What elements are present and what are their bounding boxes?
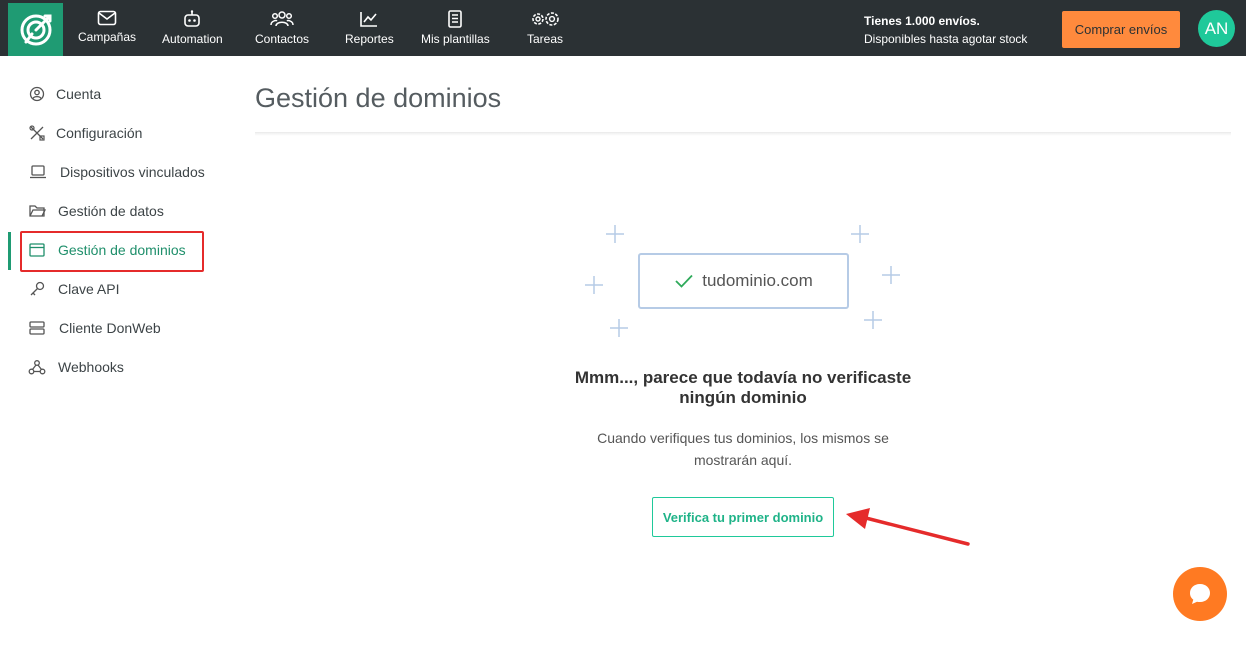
nav-automation[interactable]: Automation: [162, 10, 223, 50]
nav-mis-plantillas[interactable]: Mis plantillas: [421, 10, 490, 50]
empty-state-title: Mmm..., parece que todavía no verificast…: [500, 368, 986, 408]
sparkle-icon: [585, 276, 603, 294]
sparkle-icon: [610, 319, 628, 337]
empty-title-line: ningún dominio: [679, 388, 807, 407]
nav-label: Campañas: [78, 30, 137, 44]
robot-icon: [184, 10, 201, 27]
empty-title-line: Mmm..., parece que todavía no verificast…: [574, 368, 912, 387]
chart-icon: [360, 12, 378, 27]
chat-support-button[interactable]: [1173, 567, 1227, 621]
sidebar-item-label: Gestión de datos: [58, 203, 164, 219]
empty-state-description: Cuando verifiques tus dominios, los mism…: [560, 427, 926, 471]
sidebar-item-label: Webhooks: [58, 359, 124, 375]
shipments-info: Tienes 1.000 envíos. Disponibles hasta a…: [864, 12, 1027, 48]
folder-icon: [28, 203, 46, 219]
browser-window-icon: [28, 242, 46, 258]
nav-label: Automation: [162, 32, 223, 46]
sidebar-item-webhooks[interactable]: Webhooks: [0, 349, 240, 385]
domain-example-card: tudominio.com: [638, 253, 849, 309]
sparkle-icon: [882, 266, 900, 284]
shipments-count: Tienes 1.000 envíos.: [864, 14, 980, 28]
sidebar-item-label: Cuenta: [56, 86, 102, 102]
sidebar-item-clave-api[interactable]: Clave API: [0, 271, 240, 307]
nav-label: Contactos: [255, 32, 310, 46]
webhook-icon: [28, 359, 46, 375]
sidebar-item-label: Dispositivos vinculados: [60, 164, 205, 180]
sidebar-item-gestion-de-datos[interactable]: Gestión de datos: [0, 193, 240, 229]
sidebar-item-cliente-donweb[interactable]: Cliente DonWeb: [0, 310, 240, 346]
empty-desc-line: mostrarán aquí.: [693, 452, 793, 468]
sparkle-icon: [606, 225, 624, 243]
check-icon: [675, 274, 693, 288]
nav-reportes[interactable]: Reportes: [345, 10, 394, 50]
sidebar-item-gestion-de-dominios[interactable]: Gestión de dominios: [0, 232, 240, 268]
title-divider: [255, 132, 1231, 136]
user-circle-icon: [28, 86, 46, 102]
target-logo-icon: [20, 14, 51, 45]
sidebar-item-configuracion[interactable]: Configuración: [0, 115, 240, 151]
gears-icon: [532, 12, 559, 26]
server-icon: [28, 320, 46, 336]
chat-bubble-icon: [1190, 584, 1210, 604]
example-domain: tudominio.com: [702, 271, 813, 290]
verify-first-domain-button[interactable]: Verifica tu primer dominio: [652, 497, 834, 537]
sidebar-item-label: Cliente DonWeb: [59, 320, 161, 336]
annotation-arrow-icon: [846, 508, 970, 546]
mail-icon: [97, 10, 117, 26]
sparkle-icon: [851, 225, 869, 243]
tools-icon: [28, 125, 46, 141]
laptop-icon: [29, 164, 47, 180]
nav-tareas[interactable]: Tareas: [527, 10, 563, 50]
top-navigation-bar: Campañas Automation Contactos Reportes M…: [0, 0, 1246, 56]
nav-label: Tareas: [527, 32, 564, 46]
sidebar-item-cuenta[interactable]: Cuenta: [0, 76, 240, 112]
nav-campanas[interactable]: Campañas: [78, 10, 136, 50]
users-icon: [270, 11, 294, 27]
sidebar-item-label: Gestión de dominios: [58, 242, 186, 258]
nav-contactos[interactable]: Contactos: [255, 10, 309, 50]
user-avatar[interactable]: AN: [1198, 10, 1235, 47]
sidebar-item-label: Clave API: [58, 281, 120, 297]
buy-shipments-button[interactable]: Comprar envíos: [1062, 11, 1180, 48]
empty-desc-line: Cuando verifiques tus dominios, los mism…: [597, 430, 889, 446]
shipments-availability: Disponibles hasta agotar stock: [864, 32, 1028, 46]
app-logo[interactable]: [8, 3, 63, 56]
key-icon: [28, 281, 46, 297]
nav-label: Mis plantillas: [421, 32, 490, 46]
sidebar-item-dispositivos-vinculados[interactable]: Dispositivos vinculados: [0, 154, 240, 190]
document-icon: [448, 10, 463, 28]
nav-label: Reportes: [345, 32, 394, 46]
page-title: Gestión de dominios: [255, 83, 502, 113]
sidebar-item-label: Configuración: [56, 125, 143, 141]
sparkle-icon: [864, 311, 882, 329]
